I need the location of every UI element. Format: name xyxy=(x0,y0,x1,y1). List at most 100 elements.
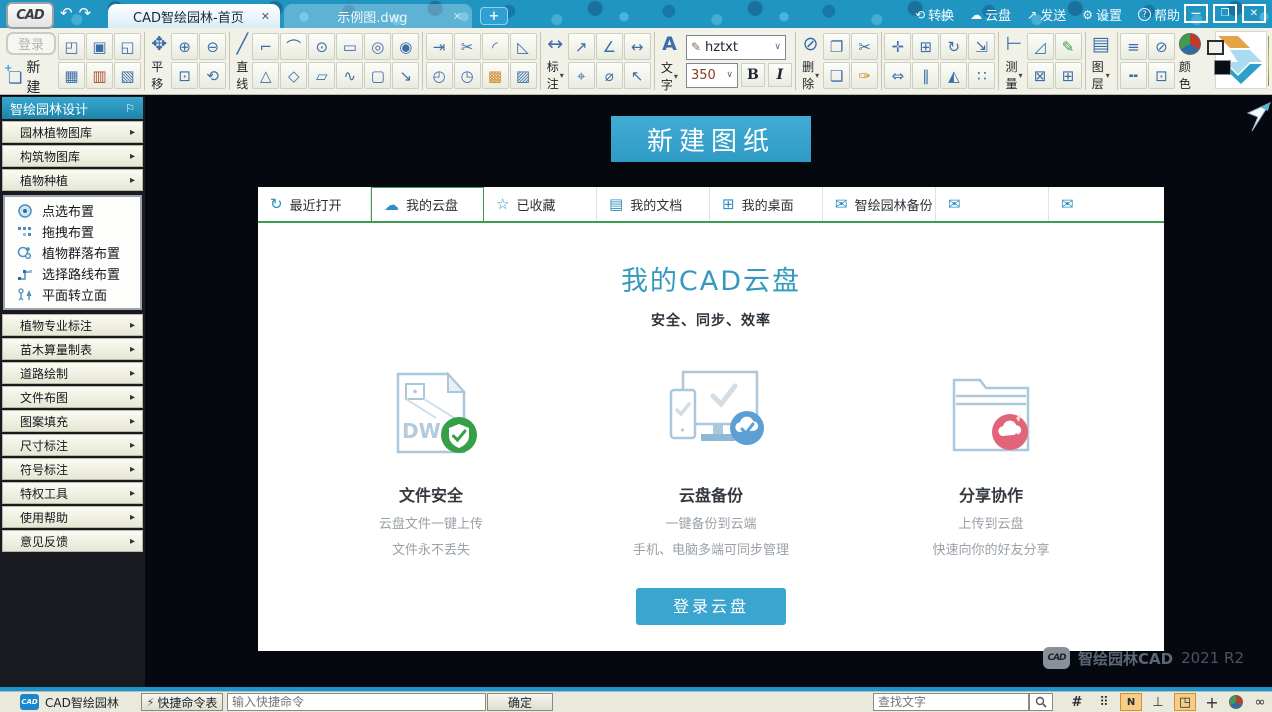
confirm-button[interactable]: 确定 xyxy=(487,693,553,711)
spline-button[interactable]: ∿ xyxy=(336,62,363,89)
tab-my-desktop[interactable]: ⊞我的桌面 xyxy=(710,187,823,221)
color-tool[interactable]: 颜色 xyxy=(1175,30,1205,92)
polygon-button[interactable]: △ xyxy=(252,62,279,89)
match-properties-button[interactable]: ✑ xyxy=(851,62,878,89)
print-button[interactable]: ▦ xyxy=(58,62,85,89)
radius-dim-button[interactable]: ⌀ xyxy=(596,62,623,89)
extend-button[interactable]: ⇥ xyxy=(426,33,453,60)
text-size-select[interactable]: 350 ∨ xyxy=(686,63,738,88)
cloud-button[interactable]: ☁云盘 xyxy=(970,5,1011,24)
paste-clip-button[interactable]: ❏ xyxy=(823,62,850,89)
sidebar-item-privilege-tools[interactable]: 特权工具▸ xyxy=(2,482,143,504)
angular-dim-button[interactable]: ∠ xyxy=(596,33,623,60)
parallelogram-button[interactable]: ▱ xyxy=(308,62,335,89)
insert-frame-button[interactable]: ⊠ xyxy=(1027,62,1054,89)
inscribed-polygon-button[interactable]: ◇ xyxy=(280,62,307,89)
rectangle-button[interactable]: ▭ xyxy=(336,33,363,60)
dynamic-input-toggle[interactable]: ◳ xyxy=(1174,693,1196,711)
rotate-button[interactable]: ↻ xyxy=(940,33,967,60)
sidebar-item-planting[interactable]: 植物种植▸ xyxy=(2,169,143,191)
sidebar-item-plant-library[interactable]: 园林植物图库▸ xyxy=(2,121,143,143)
measure-tool[interactable]: ⊢ 测量▾ xyxy=(1002,30,1027,92)
pan-tool[interactable]: ✥ 平移 xyxy=(147,30,171,92)
zoom-in-button[interactable]: ⊕ xyxy=(171,33,198,60)
scale-button[interactable]: ⇲ xyxy=(968,33,995,60)
new-tab-button[interactable]: + xyxy=(480,7,508,25)
new-drawing-button[interactable]: +❏ 新建 xyxy=(6,55,56,95)
break-button[interactable]: ◷ xyxy=(454,62,481,89)
linetype-toggle[interactable]: ∞ xyxy=(1249,693,1271,711)
arc-button[interactable]: ⌒ xyxy=(280,33,307,60)
undo-icon[interactable]: ↶ xyxy=(60,4,73,22)
sidebar-header[interactable]: 智绘园林设计 ⚐ xyxy=(2,97,143,119)
pdf-export-button[interactable]: ▥ xyxy=(86,62,113,89)
mirror-button[interactable]: ◭ xyxy=(940,62,967,89)
scale-ruler-button[interactable]: ◿ xyxy=(1027,33,1054,60)
tab-favorites[interactable]: ☆已收藏 xyxy=(484,187,597,221)
minimize-button[interactable]: — xyxy=(1184,4,1208,23)
text-tool[interactable]: A 文字▾ xyxy=(657,29,682,93)
layers-tool[interactable]: ▤ 图层▾ xyxy=(1088,30,1114,92)
settings-button[interactable]: ⚙设置 xyxy=(1082,5,1122,24)
ordinate-dim-button[interactable]: ⌖ xyxy=(568,62,595,89)
tab-extra-2[interactable]: ✉ xyxy=(1049,187,1162,221)
save-as-button[interactable]: ◱ xyxy=(114,33,141,60)
submenu-item-route-place[interactable]: 选择路线布置 xyxy=(7,263,138,284)
zoom-window-button[interactable]: ⊡ xyxy=(171,62,198,89)
command-input[interactable] xyxy=(227,693,486,711)
chamfer-button[interactable]: ◺ xyxy=(510,33,537,60)
crosshair-toggle[interactable]: + xyxy=(1201,693,1223,711)
send-button[interactable]: ↗发送 xyxy=(1027,5,1066,24)
linear-dim-button[interactable]: ↔ xyxy=(624,33,651,60)
tab-backup[interactable]: ✉智绘园林备份 xyxy=(823,187,936,221)
pin-icon[interactable]: ⚐ xyxy=(125,102,135,115)
cloud-login-button[interactable]: 登录云盘 xyxy=(636,588,786,625)
leader-button[interactable]: ↖ xyxy=(624,62,651,89)
trim-button[interactable]: ✂ xyxy=(454,33,481,60)
copy-button[interactable]: ⊞ xyxy=(912,33,939,60)
dimension-tool[interactable]: ↔ 标注▾ xyxy=(543,30,568,92)
polyline-button[interactable]: ⌐ xyxy=(252,33,279,60)
ellipse-button[interactable]: ◎ xyxy=(364,33,391,60)
offset-button[interactable]: ∥ xyxy=(912,62,939,89)
redo-icon[interactable]: ↷ xyxy=(79,4,92,22)
close-icon[interactable]: ✕ xyxy=(261,10,270,23)
array-button[interactable]: ∷ xyxy=(968,62,995,89)
sidebar-item-nursery-table[interactable]: 苗木算量制表▸ xyxy=(2,338,143,360)
tab-home[interactable]: CAD智绘园林-首页 ✕ xyxy=(108,4,280,28)
tab-my-documents[interactable]: ▤我的文档 xyxy=(597,187,710,221)
submenu-item-point-select[interactable]: 点选布置 xyxy=(7,200,138,221)
hatch-button[interactable]: ▩ xyxy=(482,62,509,89)
cut-clip-button[interactable]: ✂ xyxy=(851,33,878,60)
sidebar-item-pattern-fill[interactable]: 图案填充▸ xyxy=(2,410,143,432)
tab-my-cloud[interactable]: ☁我的云盘 xyxy=(371,187,484,221)
italic-button[interactable]: I xyxy=(768,63,792,87)
flatten-button[interactable]: ⊘ xyxy=(1148,33,1175,60)
snap-grid-toggle[interactable]: ⠿ xyxy=(1093,693,1115,711)
help-button[interactable]: ?帮助 xyxy=(1138,5,1180,24)
sidebar-item-symbol-annotation[interactable]: 符号标注▸ xyxy=(2,458,143,480)
sidebar-item-plant-annotation[interactable]: 植物专业标注▸ xyxy=(2,314,143,336)
font-select[interactable]: ✎ hztxt ∨ xyxy=(686,35,786,60)
ortho-toggle[interactable]: ⊥ xyxy=(1147,693,1169,711)
aligned-dim-button[interactable]: ↗ xyxy=(568,33,595,60)
color-swatches[interactable] xyxy=(1207,34,1213,88)
move-button[interactable]: ✛ xyxy=(884,33,911,60)
bold-button[interactable]: B xyxy=(741,63,765,87)
submenu-item-plan-to-elevation[interactable]: 平面转立面 xyxy=(7,284,138,305)
fillet-button[interactable]: ◜ xyxy=(482,33,509,60)
lineweight-button[interactable]: ≡ xyxy=(1120,33,1147,60)
tab-drawing[interactable]: 示例图.dwg ✕ xyxy=(284,4,472,28)
stretch-button[interactable]: ⇔ xyxy=(884,62,911,89)
zoom-previous-button[interactable]: ⟲ xyxy=(199,62,226,89)
sidebar-item-feedback[interactable]: 意见反馈▸ xyxy=(2,530,143,552)
raster-image-button[interactable]: ▨ xyxy=(510,62,537,89)
tab-recent[interactable]: ↻最近打开 xyxy=(258,187,371,221)
grid-toggle[interactable]: # xyxy=(1066,693,1088,711)
sidebar-item-help[interactable]: 使用帮助▸ xyxy=(2,506,143,528)
export-table-button[interactable]: ⊞ xyxy=(1055,62,1082,89)
close-icon[interactable]: ✕ xyxy=(453,10,462,23)
sidebar-item-structure-library[interactable]: 构筑物图库▸ xyxy=(2,145,143,167)
color-settings-toggle[interactable] xyxy=(1225,693,1247,711)
sidebar-item-dimension[interactable]: 尺寸标注▸ xyxy=(2,434,143,456)
